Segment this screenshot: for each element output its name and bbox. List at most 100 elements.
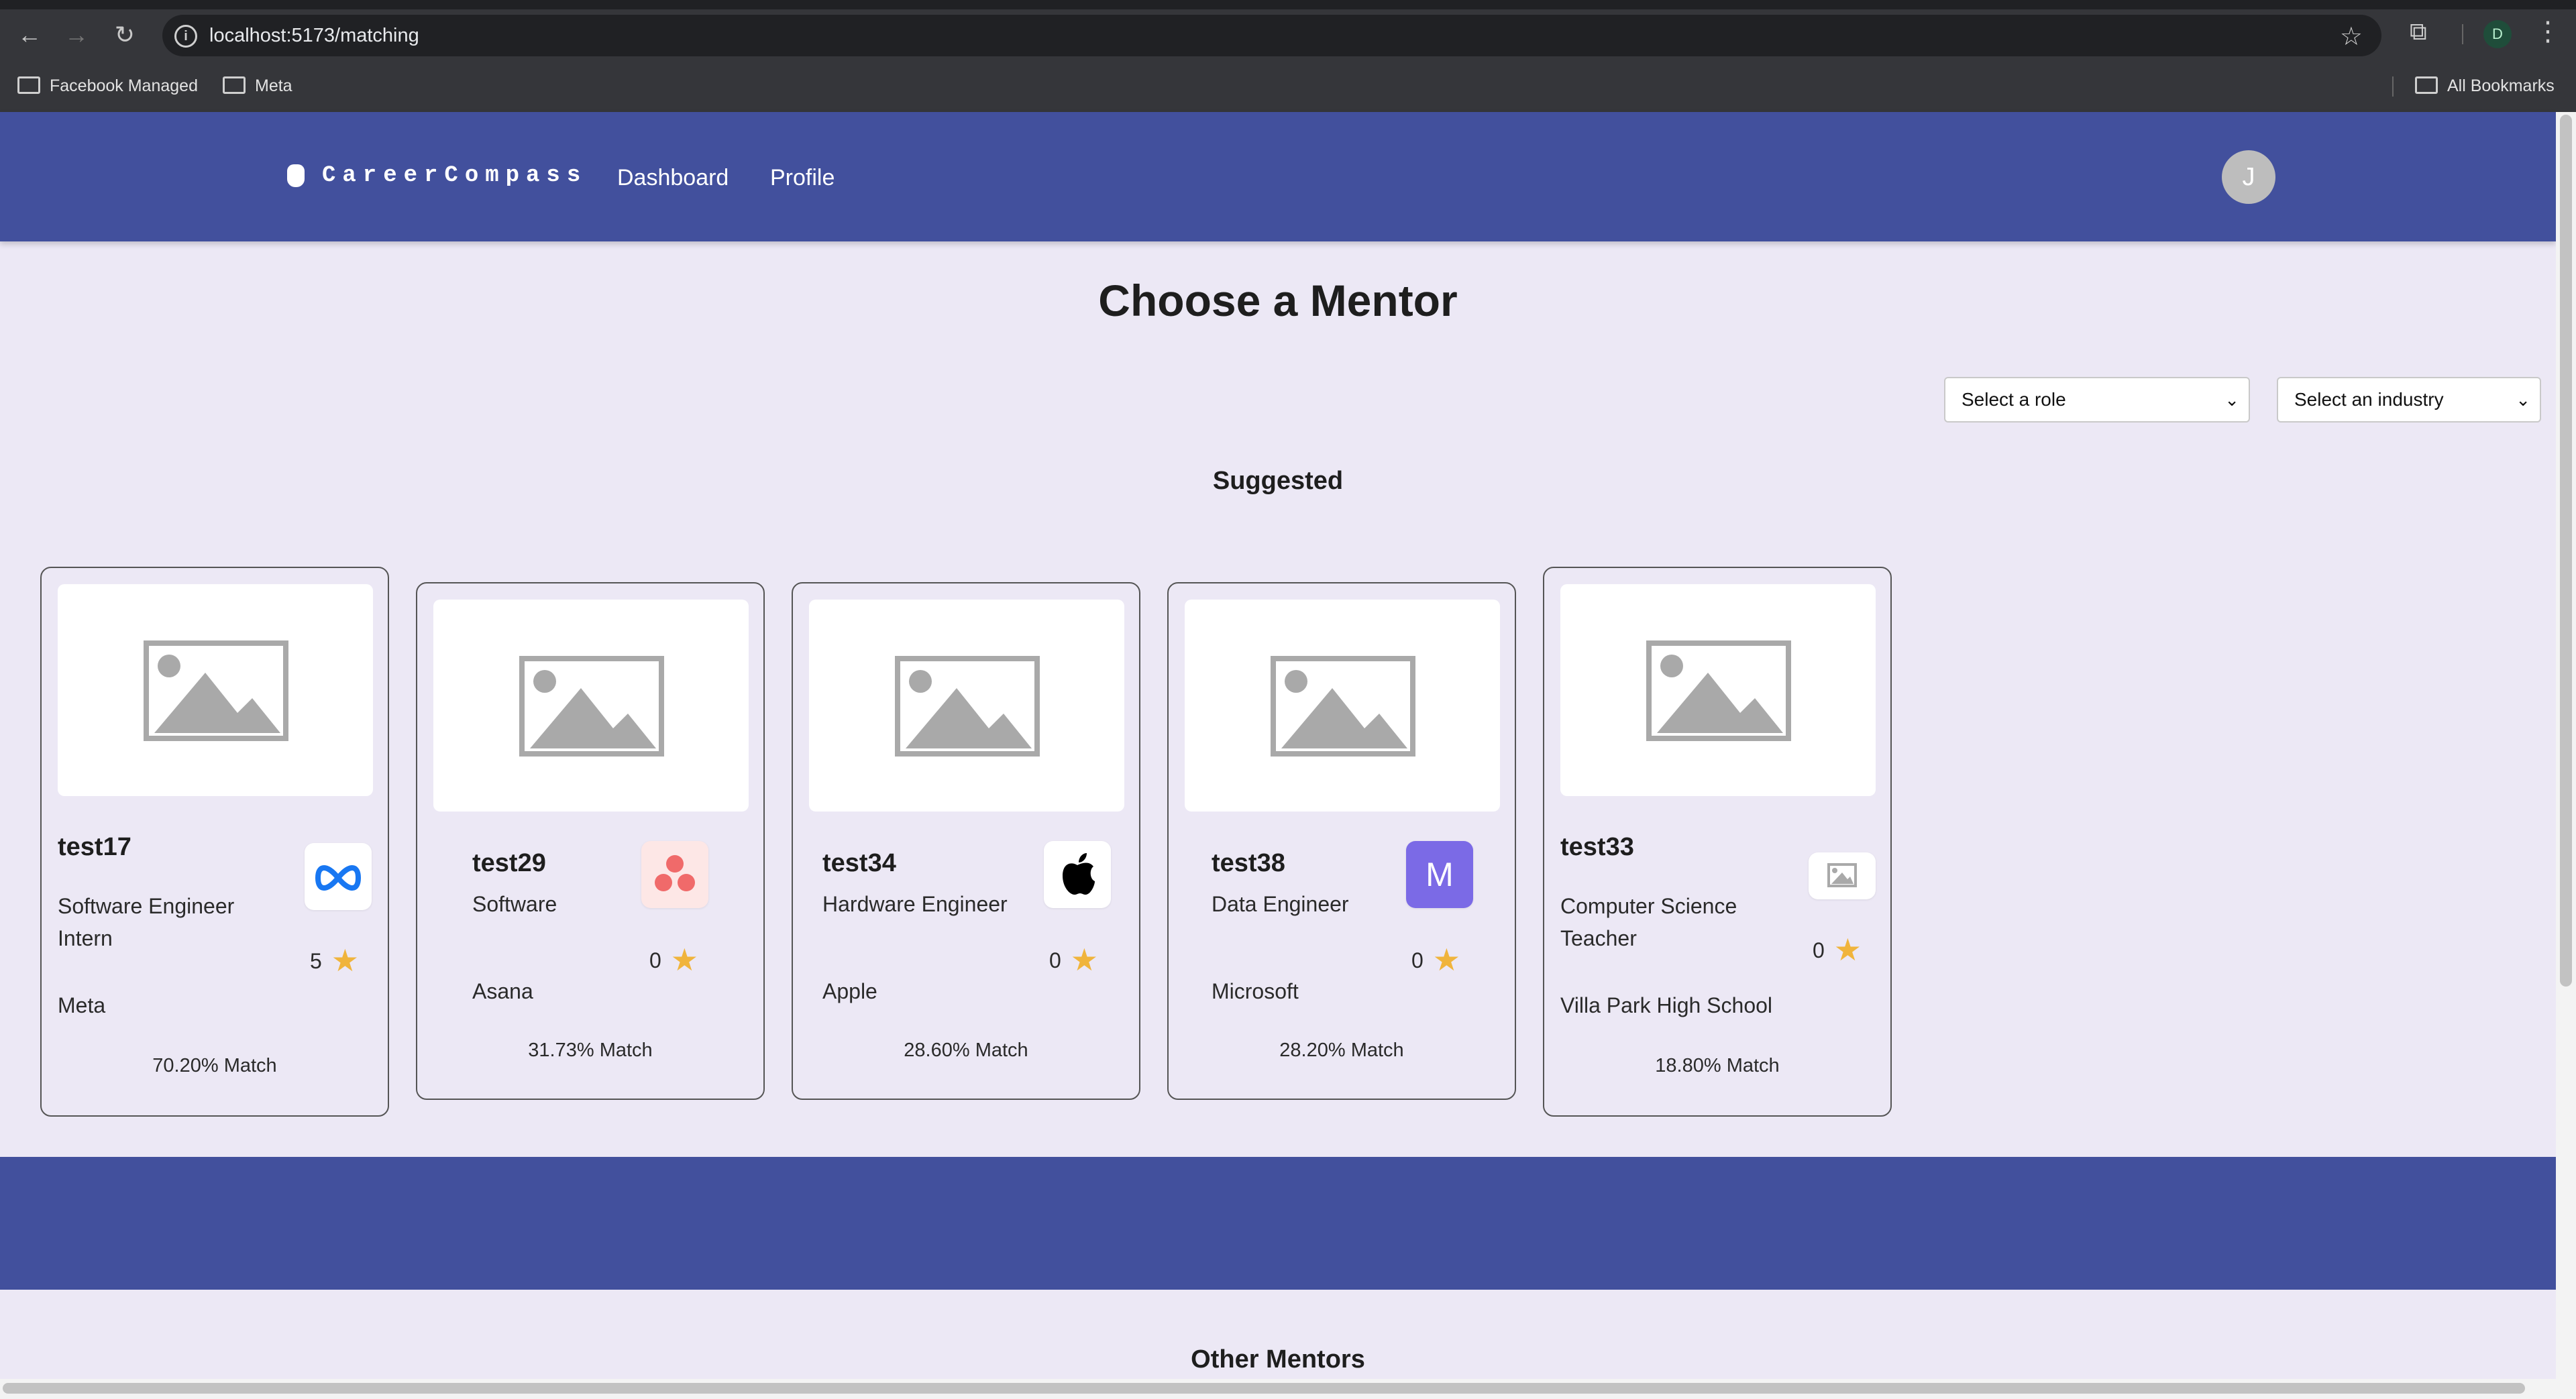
apple-logo-icon [1063, 853, 1095, 895]
match-percentage: 18.80% Match [1655, 1055, 1780, 1076]
image-placeholder-icon [519, 656, 664, 757]
mentor-name: test38 [1212, 849, 1285, 877]
industry-select-value: Select an industry [2294, 389, 2444, 410]
nav-dashboard[interactable]: Dashboard [617, 165, 729, 191]
mentor-card[interactable]: test34 Hardware Engineer 0 ★ Apple 28.60%… [792, 582, 1140, 1100]
user-avatar[interactable]: J [2222, 150, 2275, 204]
mentor-card[interactable]: test17 Software Engineer Intern 5 ★ Meta … [40, 567, 389, 1117]
image-placeholder-icon [1827, 863, 1857, 887]
back-icon[interactable]: ← [15, 20, 44, 50]
browser-menu-icon[interactable]: ⋮ [2534, 16, 2561, 47]
section-divider-band [0, 1157, 2556, 1290]
bookmarks-divider [2392, 76, 2394, 97]
mentor-photo-placeholder [1185, 600, 1500, 812]
tab-strip [0, 0, 2576, 9]
bookmark-label: Meta [255, 76, 292, 95]
mentor-rating: 0 ★ [649, 942, 698, 978]
all-bookmarks-label: All Bookmarks [2447, 76, 2555, 95]
company-logo [1809, 852, 1876, 899]
address-bar[interactable]: i localhost:5173/matching ☆ [162, 15, 2381, 56]
mentor-role: Data Engineer [1212, 892, 1349, 916]
image-placeholder-icon [1646, 640, 1791, 741]
compass-logo-icon [287, 164, 305, 187]
star-icon: ★ [670, 942, 699, 977]
industry-select[interactable]: Select an industry ⌄ [2277, 377, 2541, 423]
other-mentors-heading: Other Mentors [1191, 1345, 1365, 1374]
mentor-photo-placeholder [809, 600, 1124, 812]
all-bookmarks[interactable]: All Bookmarks [2415, 76, 2555, 96]
company-logo [641, 841, 708, 908]
mentor-name: test33 [1560, 833, 1634, 861]
image-placeholder-icon [895, 656, 1040, 757]
bookmark-meta[interactable]: Meta [223, 76, 292, 96]
match-percentage: 28.20% Match [1279, 1040, 1404, 1061]
managed-folder-icon [17, 76, 40, 94]
chevron-down-icon: ⌄ [2516, 390, 2530, 410]
mentor-name: test34 [822, 849, 896, 877]
star-icon: ★ [1432, 942, 1461, 977]
rating-value: 0 [649, 948, 661, 972]
rating-value: 0 [1813, 938, 1825, 962]
match-percentage: 31.73% Match [528, 1040, 653, 1061]
suggested-heading: Suggested [1212, 467, 1344, 495]
browser-profile-avatar[interactable]: D [2483, 20, 2512, 48]
mentor-card[interactable]: test29 Software 0 ★ Asana 31.73% Match [416, 582, 765, 1100]
role-select[interactable]: Select a role ⌄ [1944, 377, 2250, 423]
rating-value: 0 [1411, 948, 1424, 972]
mentor-rating: 5 ★ [310, 942, 359, 978]
star-icon: ★ [331, 943, 360, 978]
company-logo [305, 843, 372, 910]
mentor-role: Hardware Engineer [822, 892, 1008, 916]
mentor-rating: 0 ★ [1411, 942, 1460, 978]
mentor-company: Asana [472, 979, 533, 1003]
scrollbar-thumb[interactable] [2560, 115, 2572, 987]
rating-value: 5 [310, 949, 322, 973]
mentor-rating: 0 ★ [1049, 942, 1098, 978]
browser-toolbar: ← → ↻ i localhost:5173/matching ☆ ⧉ D ⋮ … [0, 0, 2576, 113]
mentor-company: Microsoft [1212, 979, 1299, 1003]
site-info-icon[interactable]: i [174, 25, 197, 48]
role-select-value: Select a role [1962, 389, 2066, 410]
mentor-role: Software [472, 892, 557, 916]
star-icon: ★ [1070, 942, 1099, 977]
rating-value: 0 [1049, 948, 1061, 972]
chevron-down-icon: ⌄ [2224, 390, 2239, 410]
vertical-scrollbar[interactable] [2556, 112, 2576, 1399]
mentor-company: Meta [58, 993, 106, 1017]
page-title: Choose a Mentor [1098, 276, 1458, 325]
horizontal-scrollbar[interactable] [0, 1379, 2556, 1399]
mentor-card[interactable]: test38 M Data Engineer 0 ★ Microsoft 28.2… [1167, 582, 1516, 1100]
mentor-photo-placeholder [58, 584, 373, 796]
mentor-name: test17 [58, 833, 131, 861]
toolbar-divider [2462, 24, 2463, 44]
bookmark-label: Facebook Managed [50, 76, 198, 95]
mentor-company: Apple [822, 979, 877, 1003]
match-percentage: 28.60% Match [904, 1040, 1028, 1061]
bookmark-facebook-managed[interactable]: Facebook Managed [17, 76, 198, 96]
image-placeholder-icon [144, 640, 288, 741]
mentor-role: Software Engineer Intern [58, 894, 235, 950]
mentor-role: Computer Science Teacher [1560, 894, 1737, 950]
bookmark-star-icon[interactable]: ☆ [2340, 21, 2363, 52]
image-placeholder-icon [1271, 656, 1415, 757]
letter-m-logo-icon: M [1406, 841, 1473, 908]
mentor-photo-placeholder [433, 600, 749, 812]
mentor-company: Villa Park High School [1560, 993, 1773, 1017]
star-icon: ★ [1833, 932, 1862, 967]
asana-logo-icon [655, 855, 695, 891]
reload-icon[interactable]: ↻ [110, 20, 140, 50]
scrollbar-thumb[interactable] [3, 1383, 2525, 1394]
mentor-rating: 0 ★ [1813, 932, 1862, 968]
nav-profile[interactable]: Profile [770, 165, 835, 191]
company-logo [1044, 841, 1111, 908]
mentor-name: test29 [472, 849, 546, 877]
brand-name[interactable]: CareerCompass [322, 163, 587, 188]
extensions-icon[interactable]: ⧉ [2410, 17, 2427, 46]
mentor-photo-placeholder [1560, 584, 1876, 796]
app-header: CareerCompass Dashboard Profile J [0, 112, 2556, 241]
forward-icon[interactable]: → [62, 20, 91, 50]
url-text[interactable]: localhost:5173/matching [209, 25, 419, 47]
folder-icon [223, 76, 246, 94]
folder-icon [2415, 76, 2438, 94]
mentor-card[interactable]: test33 Computer Science Teacher 0 ★ Villa… [1543, 567, 1892, 1117]
